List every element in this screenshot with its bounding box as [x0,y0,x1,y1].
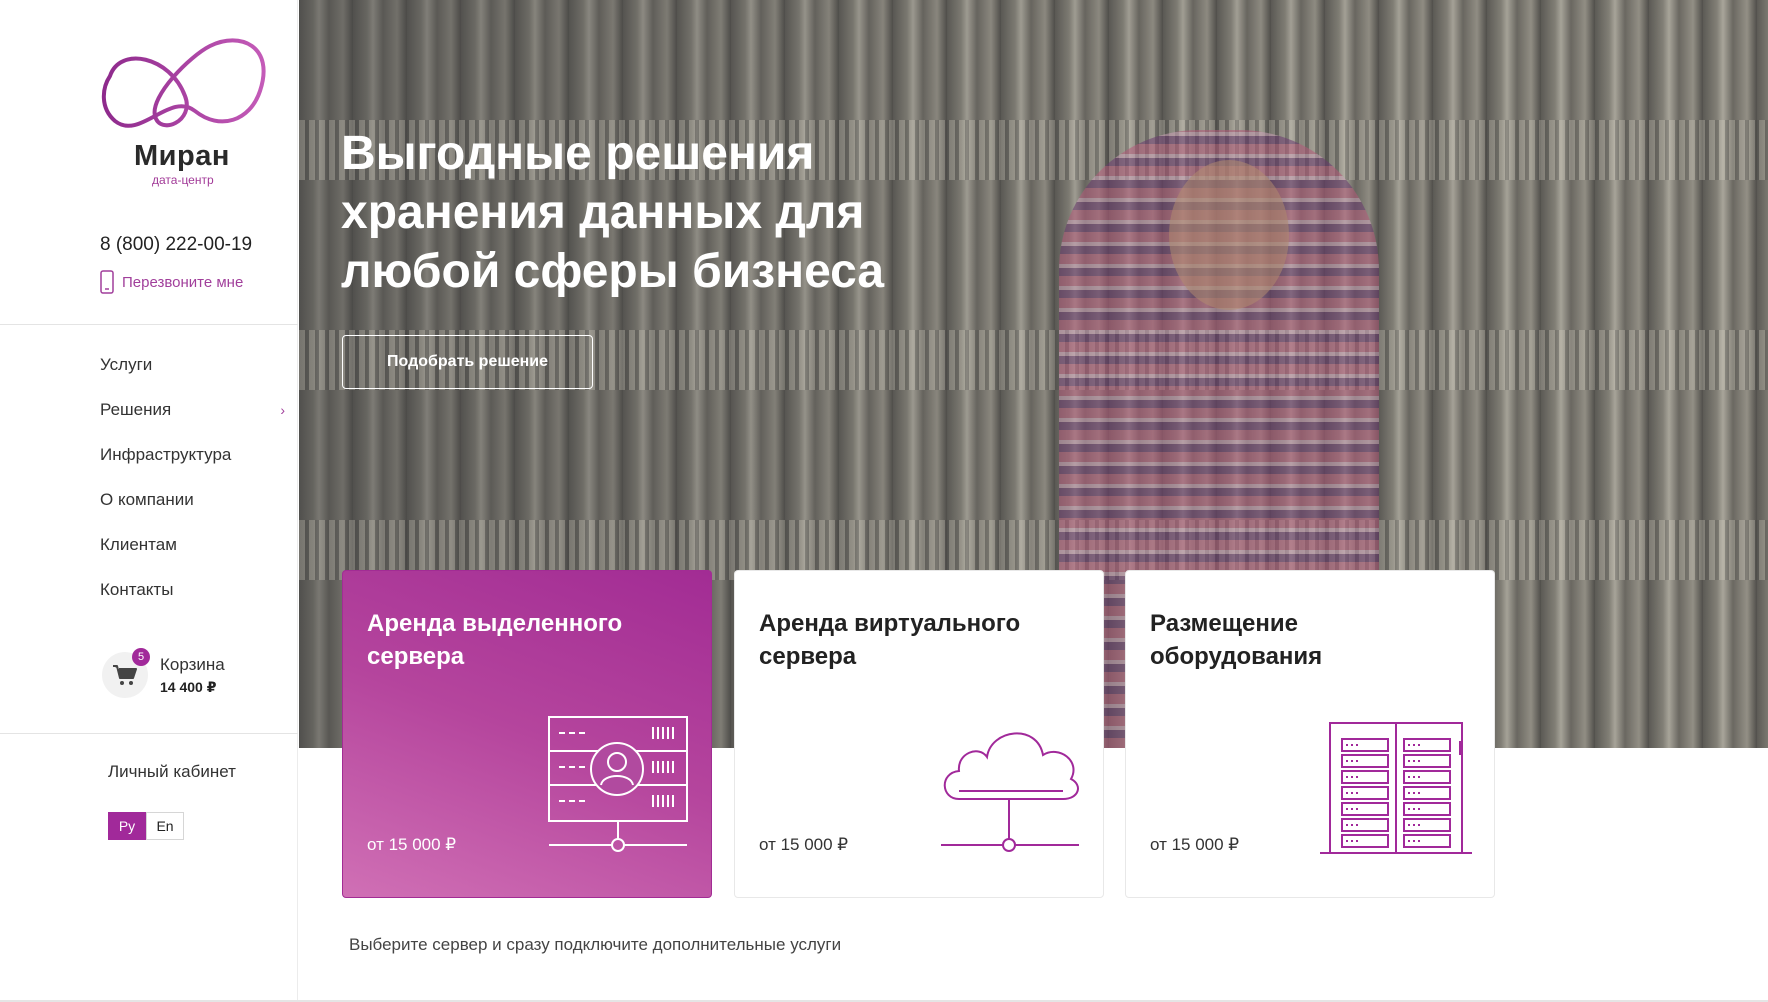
card-dedicated-server[interactable]: Аренда выделенного сервера от 15 000 ₽ [342,570,712,898]
hero-title: Выгодные решения хранения данных для люб… [341,127,885,298]
services-hint-text: Выберите сервер и сразу подключите допол… [349,935,842,954]
card-virtual-server[interactable]: Аренда виртуального сервера от 15 000 ₽ [734,570,1104,898]
cart-icon [113,665,137,685]
callback-label: Перезвоните мне [122,273,244,291]
card-title: Аренда выделенного сервера [367,610,623,670]
nav-item-label: Инфраструктура [100,444,232,464]
cart-button[interactable]: 5 [102,648,150,698]
server-rack-icon [1320,722,1472,854]
lang-en-button[interactable]: En [146,812,184,840]
card-price: от 15 000 ₽ [1150,835,1240,854]
cart[interactable]: 5 Корзина 14 400 ₽ [102,648,225,698]
cart-count-badge: 5 [132,648,150,666]
language-switcher: Ру En [108,812,184,840]
nav-item-infrastructure[interactable]: Инфраструктура [100,432,285,477]
chevron-right-icon: › [280,401,285,418]
account-link[interactable]: Личный кабинет [108,762,236,782]
cart-sum: 14 400 ₽ [160,678,217,695]
nav-item-about[interactable]: О компании [100,477,285,522]
nav-item-label: Решения [100,399,172,419]
find-solution-button[interactable]: Подобрать решение [342,335,593,389]
nav-item-contacts[interactable]: Контакты [100,567,285,612]
nav-item-clients[interactable]: Клиентам [100,522,285,567]
phone-number[interactable]: 8 (800) 222-00-19 [100,234,252,256]
sidebar-divider [0,733,298,734]
nav-item-solutions[interactable]: Решения › [100,387,285,432]
brand-name: Миран [134,140,230,172]
card-price: от 15 000 ₽ [759,835,849,854]
sidebar-divider [0,324,298,325]
nav-item-services[interactable]: Услуги [100,342,285,387]
card-colocation[interactable]: Размещение оборудования от 15 000 ₽ [1125,570,1495,898]
card-title: Аренда виртуального сервера [759,610,1021,670]
cart-label: Корзина [160,654,225,674]
card-price: от 15 000 ₽ [367,835,457,854]
brand-subtitle: дата-центр [152,173,214,187]
logo-infinity-icon [101,38,266,128]
callback-link[interactable]: Перезвоните мне [100,270,243,294]
hero-person-head [1169,160,1289,310]
nav-item-label: Контакты [100,579,174,599]
logo[interactable]: Миран дата-центр [100,36,270,187]
nav-item-label: Услуги [100,354,153,374]
nav-item-label: О компании [100,489,194,509]
nav-item-label: Клиентам [100,534,177,554]
dedicated-server-icon [548,716,688,852]
sidebar: Миран дата-центр 8 (800) 222-00-19 Перез… [0,0,298,1002]
cloud-server-icon [941,732,1079,852]
lang-ru-button[interactable]: Ру [108,812,146,840]
phone-icon [100,270,114,294]
page: Миран дата-центр 8 (800) 222-00-19 Перез… [0,0,1768,1002]
main-nav: Услуги Решения › Инфраструктура О компани… [100,342,285,612]
card-title: Размещение оборудования [1150,610,1323,670]
